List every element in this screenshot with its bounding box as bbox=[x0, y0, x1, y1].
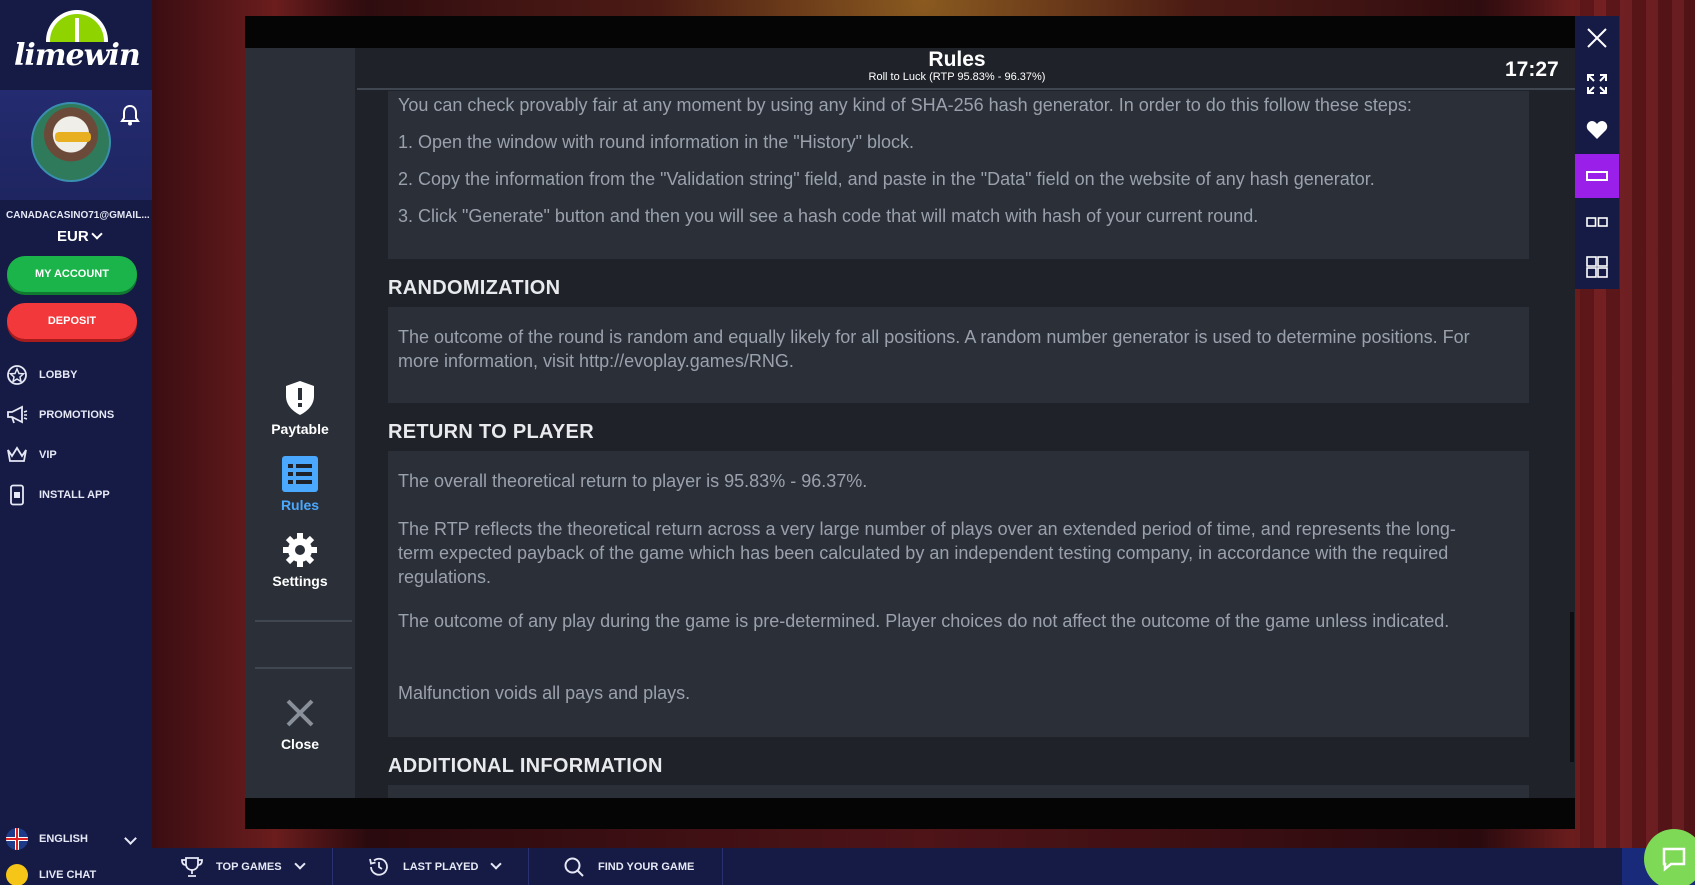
chevron-down-icon bbox=[91, 228, 103, 240]
top-games-button[interactable]: TOP GAMES bbox=[152, 848, 333, 885]
provably-fair-step-1: 1. Open the window with round informatio… bbox=[398, 132, 915, 152]
page-subtitle: Roll to Luck (RTP 95.83% - 96.37%) bbox=[868, 71, 1046, 83]
nav-label: PROMOTIONS bbox=[39, 409, 115, 421]
settings-tab[interactable]: Settings bbox=[245, 532, 355, 589]
lobby-icon bbox=[6, 364, 28, 386]
rtp-paragraph-4: Malfunction voids all pays and plays. bbox=[398, 683, 691, 703]
nav-item-install-app[interactable]: INSTALL APP bbox=[6, 483, 110, 507]
menu-divider bbox=[255, 620, 352, 622]
heart-icon bbox=[1586, 121, 1608, 139]
uk-flag-icon bbox=[6, 828, 28, 850]
nav-item-vip[interactable]: VIP bbox=[6, 443, 57, 467]
logo[interactable]: limewin bbox=[0, 0, 152, 90]
nav-item-promotions[interactable]: PROMOTIONS bbox=[6, 403, 114, 427]
trophy-icon bbox=[180, 855, 204, 879]
dual-screen-icon bbox=[1586, 217, 1608, 227]
fullscreen-button[interactable] bbox=[1575, 62, 1619, 106]
my-account-button[interactable]: MY ACCOUNT bbox=[7, 256, 137, 292]
favorite-button[interactable] bbox=[1575, 108, 1619, 152]
avatar[interactable] bbox=[31, 102, 111, 182]
live-chat-link[interactable]: LIVE CHAT bbox=[6, 864, 96, 885]
clock: 17:27 bbox=[1505, 58, 1559, 81]
last-played-label: LAST PLAYED bbox=[403, 860, 479, 873]
provably-fair-step-3: 3. Click "Generate" button and then you … bbox=[398, 206, 1259, 226]
list-icon bbox=[282, 456, 318, 492]
gear-icon bbox=[282, 532, 318, 568]
currency-label: EUR bbox=[57, 228, 89, 245]
close-label: Close bbox=[280, 736, 320, 752]
close-icon bbox=[282, 695, 318, 731]
find-game-label: FIND YOUR GAME bbox=[598, 860, 695, 873]
settings-label: Settings bbox=[272, 573, 328, 589]
page-title: Rules bbox=[928, 48, 986, 71]
nav-label: VIP bbox=[39, 449, 57, 461]
nav-label: INSTALL APP bbox=[39, 489, 110, 501]
paytable-label: Paytable bbox=[271, 421, 329, 437]
currency-selector[interactable]: EUR bbox=[57, 228, 103, 245]
phone-icon bbox=[6, 484, 28, 506]
rtp-paragraph-3: The outcome of any play during the game … bbox=[398, 611, 1450, 631]
single-screen-icon bbox=[1586, 171, 1608, 181]
provably-fair-intro: You can check provably fair at any momen… bbox=[398, 95, 1412, 115]
language-label: ENGLISH bbox=[39, 833, 88, 845]
deposit-button[interactable]: DEPOSIT bbox=[7, 303, 137, 339]
quad-view-button[interactable] bbox=[1575, 245, 1619, 289]
rtp-paragraph-2: The RTP reflects the theoretical return … bbox=[398, 519, 1456, 587]
live-chat-fab[interactable] bbox=[1644, 829, 1695, 885]
close-game-button[interactable] bbox=[1575, 16, 1619, 60]
close-menu-button[interactable]: Close bbox=[245, 695, 355, 752]
rules-tab[interactable]: Rules bbox=[245, 456, 355, 513]
live-chat-label: LIVE CHAT bbox=[39, 869, 97, 881]
history-icon bbox=[367, 855, 391, 879]
user-email: CANADACASINO71@GMAIL... bbox=[6, 210, 150, 221]
paytable-tab[interactable]: Paytable bbox=[245, 380, 355, 437]
additional-info-box bbox=[388, 785, 1529, 798]
search-icon bbox=[562, 855, 586, 879]
chat-bubble-icon bbox=[6, 864, 28, 885]
megaphone-icon bbox=[6, 404, 28, 426]
language-selector[interactable]: ENGLISH bbox=[6, 828, 88, 850]
grid-icon bbox=[1586, 256, 1608, 278]
dual-view-button[interactable] bbox=[1575, 200, 1619, 244]
nav-label: LOBBY bbox=[39, 369, 78, 381]
nav-item-lobby[interactable]: LOBBY bbox=[6, 363, 78, 387]
provably-fair-step-2: 2. Copy the information from the "Valida… bbox=[398, 169, 1375, 189]
scrollbar[interactable] bbox=[1570, 612, 1574, 762]
find-game-button[interactable]: FIND YOUR GAME bbox=[534, 848, 724, 885]
crown-icon bbox=[6, 444, 28, 466]
single-view-button[interactable] bbox=[1575, 154, 1619, 198]
avatar-glasses bbox=[55, 132, 91, 142]
shield-icon bbox=[282, 380, 318, 416]
last-played-button[interactable]: LAST PLAYED bbox=[339, 848, 530, 885]
chevron-down-icon bbox=[293, 857, 306, 870]
notification-bell-icon[interactable] bbox=[120, 104, 140, 126]
menu-divider bbox=[255, 667, 352, 669]
top-games-label: TOP GAMES bbox=[216, 860, 282, 873]
additional-info-heading: ADDITIONAL INFORMATION bbox=[388, 755, 663, 777]
close-icon bbox=[1587, 28, 1607, 48]
expand-icon bbox=[1587, 74, 1607, 94]
rules-label: Rules bbox=[280, 497, 320, 513]
rtp-paragraph-1: The overall theoretical return to player… bbox=[398, 471, 868, 491]
rules-content[interactable]: You can check provably fair at any momen… bbox=[357, 91, 1575, 798]
right-toolbar bbox=[1575, 16, 1619, 289]
chat-icon bbox=[1662, 847, 1686, 872]
rtp-heading: RETURN TO PLAYER bbox=[388, 421, 594, 443]
chevron-down-icon bbox=[490, 857, 503, 870]
logo-text: limewin bbox=[14, 38, 141, 73]
randomization-heading: RANDOMIZATION bbox=[388, 277, 561, 299]
bottom-bar: TOP GAMES LAST PLAYED FIND YOUR GAME bbox=[152, 848, 1695, 885]
randomization-text: The outcome of the round is random and e… bbox=[398, 327, 1470, 371]
